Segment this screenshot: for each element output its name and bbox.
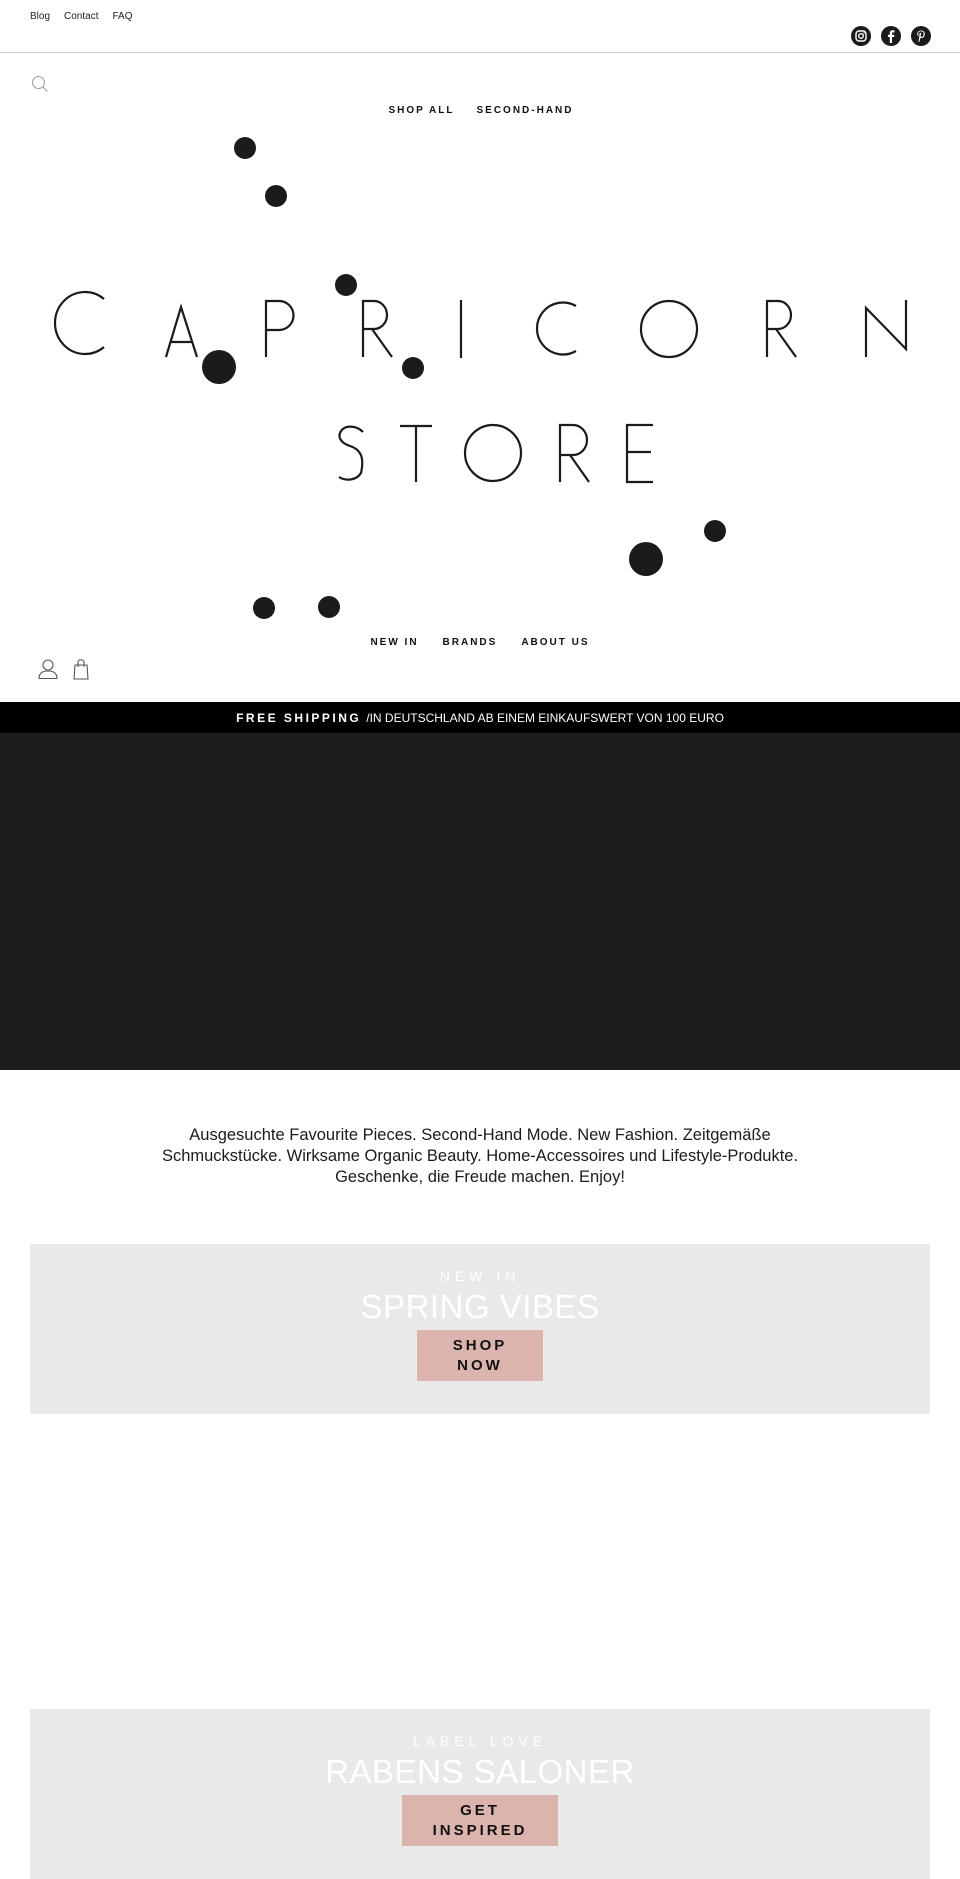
search-icon[interactable]: [31, 75, 49, 93]
nav-new-in[interactable]: NEW IN: [370, 637, 418, 648]
announcement-text: /IN DEUTSCHLAND AB EINEM EINKAUFSWERT VO…: [366, 710, 724, 725]
top-utility-bar: Blog Contact FAQ: [0, 0, 960, 53]
logo-dot: [318, 596, 340, 618]
instagram-icon[interactable]: [851, 26, 871, 46]
contact-link[interactable]: Contact: [64, 11, 98, 22]
logo-letter: [400, 424, 432, 482]
promo-title: SPRING VIBES: [360, 1288, 600, 1325]
hero-banner[interactable]: [0, 733, 960, 1070]
promo-eyebrow: LABEL LOVE: [412, 1733, 548, 1749]
logo-dot: [202, 350, 236, 384]
logo-letter: [625, 423, 653, 484]
cta-line: GET: [460, 1802, 500, 1819]
cta-line: INSPIRED: [432, 1822, 528, 1839]
logo-letter: [53, 290, 105, 356]
logo-letter: [765, 299, 797, 358]
logo-letter: [338, 425, 364, 481]
logo-dot: [253, 597, 275, 619]
announcement-strong: FREE SHIPPING: [236, 710, 362, 725]
shopping-bag-icon[interactable]: [73, 658, 89, 680]
logo-letter: [164, 303, 199, 358]
cta-line: SHOP: [452, 1337, 508, 1354]
facebook-icon[interactable]: [881, 26, 901, 46]
intro-text: Ausgesuchte Favourite Pieces. Second-Han…: [161, 1126, 799, 1186]
logo-letter: [639, 299, 699, 359]
logo-letter: [463, 423, 523, 483]
promo-eyebrow: NEW IN: [439, 1268, 521, 1284]
logo-letter: [535, 301, 577, 356]
logo-dot: [335, 274, 357, 296]
logo-letter: [264, 299, 295, 357]
logo-letter: [361, 299, 393, 358]
shop-now-button[interactable]: SHOP NOW: [417, 1330, 543, 1381]
main-nav-lower: NEW IN BRANDS ABOUT US: [0, 637, 960, 648]
cta-line: NOW: [457, 1357, 503, 1374]
nav-brands[interactable]: BRANDS: [443, 637, 498, 648]
social-links: [851, 26, 931, 46]
announcement-bar: FREE SHIPPING /IN DEUTSCHLAND AB EINEM E…: [0, 702, 960, 733]
promo-banner-rabens-saloner: LABEL LOVE RABENS SALONER GET INSPIRED: [30, 1709, 930, 1879]
logo-letter: [864, 300, 908, 357]
logo-wordmark: [53, 137, 908, 619]
utility-nav: Blog Contact FAQ: [30, 11, 133, 22]
logo-dot: [265, 185, 287, 207]
promo-banner-spring-vibes: NEW IN SPRING VIBES SHOP NOW: [30, 1244, 930, 1414]
get-inspired-button[interactable]: GET INSPIRED: [402, 1795, 558, 1846]
blog-link[interactable]: Blog: [30, 11, 50, 22]
logo-dot: [234, 137, 256, 159]
nav-about-us[interactable]: ABOUT US: [521, 637, 589, 648]
logo-dot: [704, 520, 726, 542]
logo-letter: [558, 423, 590, 483]
pinterest-icon[interactable]: [911, 26, 931, 46]
logo-dot: [629, 542, 663, 576]
faq-link[interactable]: FAQ: [112, 11, 132, 22]
promo-title: RABENS SALONER: [325, 1753, 635, 1790]
user-icon[interactable]: [37, 658, 59, 680]
logo-dot: [402, 357, 424, 379]
